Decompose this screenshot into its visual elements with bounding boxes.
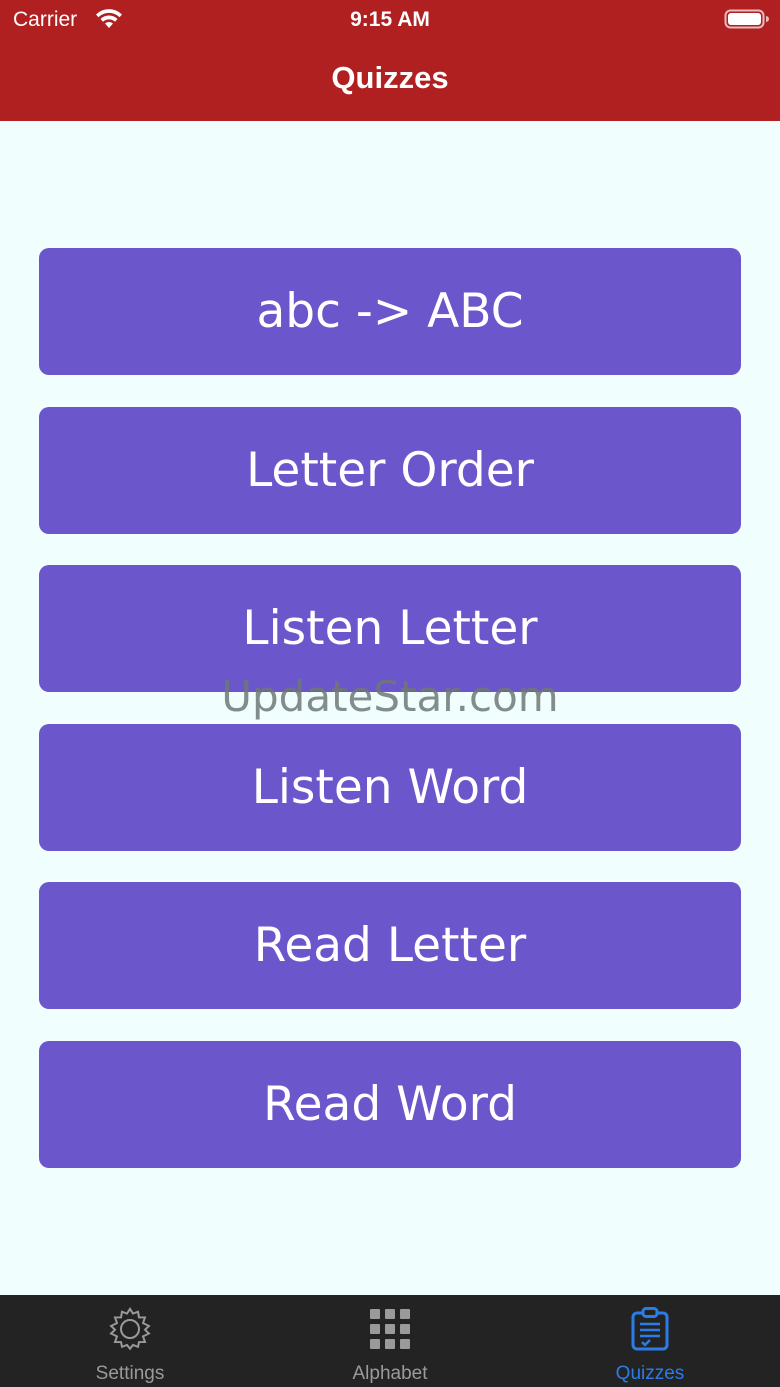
quiz-button-read-letter[interactable]: Read Letter [39,882,741,1009]
status-bar: Carrier 9:15 AM [0,0,780,40]
navigation-header: Carrier 9:15 AM Quizzes [0,0,780,121]
quiz-button-listen-word[interactable]: Listen Word [39,724,741,851]
clock-time: 9:15 AM [350,8,430,31]
tab-quizzes[interactable]: Quizzes [520,1295,780,1387]
quiz-button-letter-order[interactable]: Letter Order [39,407,741,534]
gear-icon [109,1307,151,1351]
tab-label-quizzes: Quizzes [615,1363,685,1384]
tab-label-alphabet: Alphabet [352,1363,428,1384]
tab-settings[interactable]: Settings [0,1295,260,1387]
quiz-button-read-word[interactable]: Read Word [39,1041,741,1168]
clipboard-icon [631,1307,669,1351]
tab-alphabet[interactable]: Alphabet [260,1295,520,1387]
tab-label-settings: Settings [95,1363,165,1384]
battery-icon [724,9,769,29]
quiz-button-abc-to-ABC[interactable]: abc -> ABC [39,248,741,375]
grid-icon [370,1309,410,1349]
tab-bar: Settings Alphabet Quizzes [0,1295,780,1387]
quiz-button-listen-letter[interactable]: Listen Letter [39,565,741,692]
page-title: Quizzes [331,60,449,95]
